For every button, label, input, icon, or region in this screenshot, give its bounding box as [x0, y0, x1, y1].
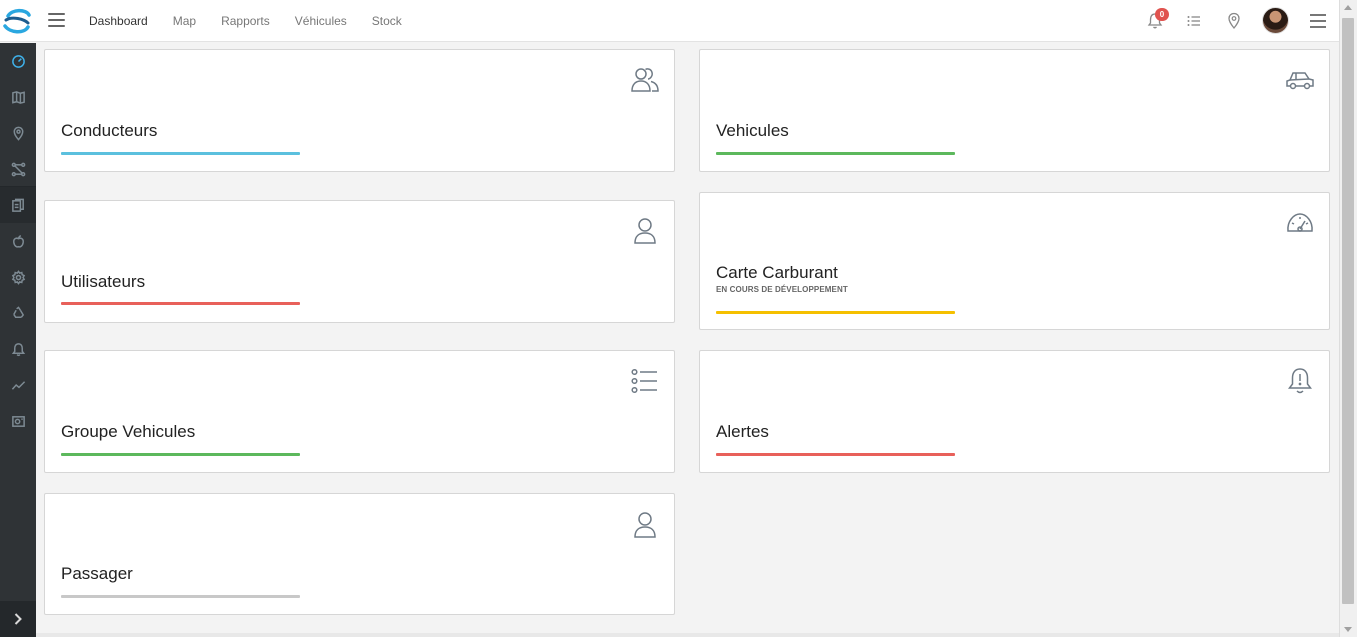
- apple-icon: [12, 234, 24, 248]
- documents-icon: [11, 198, 24, 212]
- sidebar: [0, 43, 36, 637]
- sidebar-item-routes[interactable]: [0, 151, 36, 187]
- card-vehicules[interactable]: Vehicules: [699, 49, 1330, 172]
- list-icon: [630, 366, 660, 396]
- scroll-thumb[interactable]: [1342, 18, 1354, 604]
- list-icon[interactable]: [1186, 13, 1202, 29]
- nav-rapports[interactable]: Rapports: [221, 14, 270, 28]
- chevron-right-icon: [14, 613, 22, 625]
- card-utilisateurs[interactable]: Utilisateurs: [44, 200, 675, 323]
- bottom-strip: [36, 633, 1339, 637]
- chart-icon: [11, 380, 25, 390]
- nav-dashboard[interactable]: Dashboard: [89, 14, 148, 28]
- vertical-scrollbar[interactable]: [1339, 0, 1357, 637]
- card-accent-bar: [716, 152, 955, 155]
- sidebar-expand-button[interactable]: [0, 601, 36, 637]
- top-navigation: Dashboard Map Rapports Véhicules Stock: [89, 0, 427, 42]
- right-panel-toggle-button[interactable]: [1310, 14, 1326, 28]
- nav-map[interactable]: Map: [173, 14, 196, 28]
- card-accent-bar: [716, 311, 955, 314]
- sidebar-item-dashboard[interactable]: [0, 43, 36, 79]
- scroll-up-arrow-icon[interactable]: [1344, 5, 1352, 10]
- sidebar-item-camera[interactable]: [0, 403, 36, 439]
- card-accent-bar: [61, 302, 300, 305]
- card-alertes[interactable]: Alertes: [699, 350, 1330, 473]
- sidebar-item-alerts[interactable]: [0, 331, 36, 367]
- map-icon: [11, 90, 25, 104]
- camera-icon: [11, 415, 25, 427]
- bell-alert-icon: [1285, 366, 1315, 396]
- card-title: Carte Carburant: [716, 263, 838, 282]
- card-subtitle: EN COURS DE DÉVELOPPEMENT: [716, 285, 848, 294]
- card-accent-bar: [61, 453, 300, 456]
- card-groupe-vehicules[interactable]: Groupe Vehicules: [44, 350, 675, 473]
- recycle-icon: [12, 305, 24, 318]
- location-pin-icon[interactable]: [1227, 12, 1241, 30]
- car-icon: [1285, 66, 1315, 96]
- card-accent-bar: [716, 453, 955, 456]
- user-icon: [630, 509, 660, 539]
- card-passager[interactable]: Passager: [44, 493, 675, 615]
- card-accent-bar: [61, 595, 300, 598]
- card-conducteurs[interactable]: Conducteurs: [44, 49, 675, 172]
- sidebar-item-documents[interactable]: [0, 187, 36, 223]
- user-avatar[interactable]: [1262, 7, 1289, 34]
- sidebar-item-map[interactable]: [0, 79, 36, 115]
- card-title: Groupe Vehicules: [61, 422, 196, 441]
- dashboard-icon: [11, 54, 25, 68]
- sidebar-item-settings[interactable]: [0, 259, 36, 295]
- nav-vehicules[interactable]: Véhicules: [295, 14, 347, 28]
- card-title: Utilisateurs: [61, 272, 146, 291]
- card-carte-carburant[interactable]: Carte Carburant EN COURS DE DÉVELOPPEMEN…: [699, 192, 1330, 330]
- scroll-down-arrow-icon[interactable]: [1344, 627, 1352, 632]
- settings-icon: [11, 269, 25, 285]
- sidebar-item-statistics[interactable]: [0, 367, 36, 403]
- gauge-icon: [1285, 209, 1315, 239]
- notification-count-badge: 0: [1155, 8, 1169, 21]
- card-title: Conducteurs: [61, 121, 158, 140]
- sidebar-toggle-button[interactable]: [48, 13, 65, 29]
- nav-stock[interactable]: Stock: [372, 14, 402, 28]
- user-icon: [630, 215, 660, 245]
- app-logo[interactable]: [2, 7, 32, 35]
- sidebar-item-apple[interactable]: [0, 223, 36, 259]
- sidebar-item-location[interactable]: [0, 115, 36, 151]
- bell-icon: [11, 342, 25, 356]
- card-title: Alertes: [716, 422, 769, 441]
- top-bar: Dashboard Map Rapports Véhicules Stock 0: [0, 0, 1339, 42]
- card-title: Passager: [61, 564, 133, 583]
- sidebar-item-recycle[interactable]: [0, 295, 36, 331]
- location-icon: [13, 126, 23, 141]
- card-accent-bar: [61, 152, 300, 155]
- users-icon: [630, 64, 660, 94]
- card-title: Vehicules: [716, 121, 789, 140]
- routes-icon: [11, 162, 25, 176]
